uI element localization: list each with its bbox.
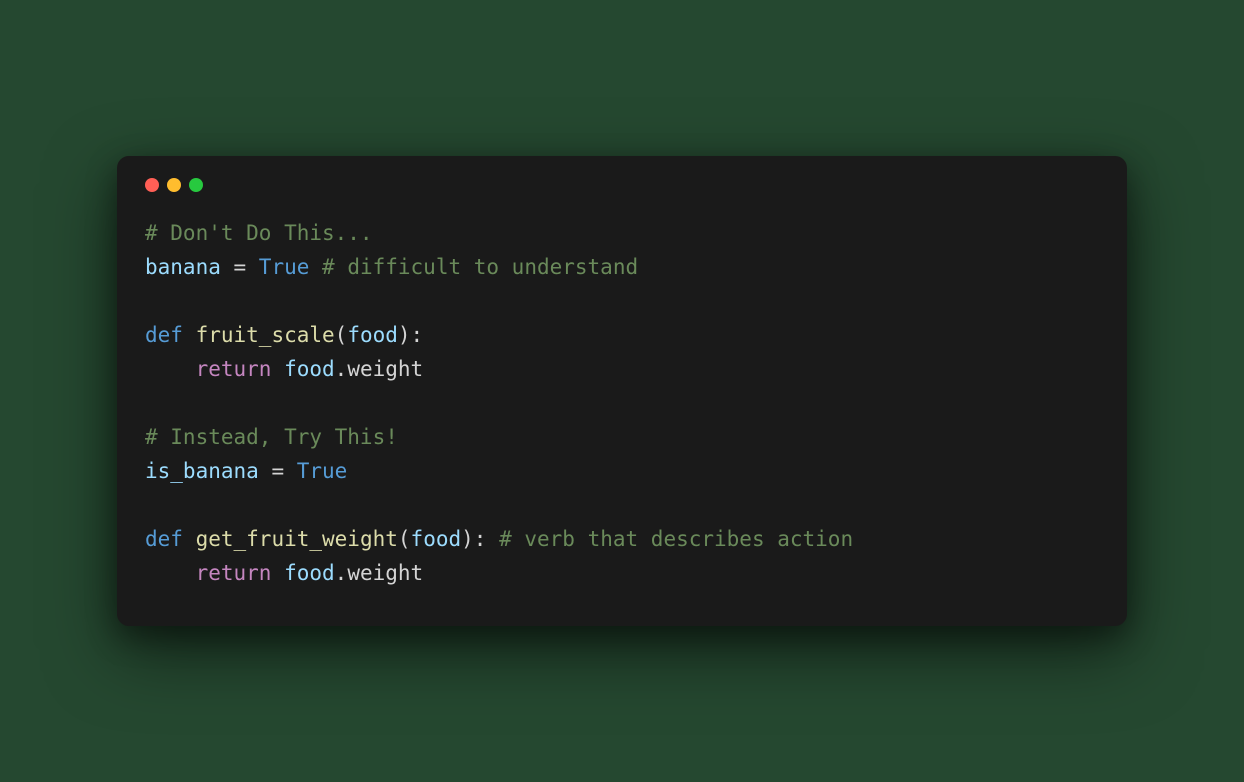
code-space (271, 357, 284, 381)
code-parameter: food (411, 527, 462, 551)
code-space (271, 561, 284, 585)
code-space (183, 527, 196, 551)
code-operator: = (259, 459, 297, 483)
code-dot: . (335, 561, 348, 585)
close-icon[interactable] (145, 178, 159, 192)
minimize-icon[interactable] (167, 178, 181, 192)
code-constant: True (297, 459, 348, 483)
code-comment: # difficult to understand (322, 255, 638, 279)
code-identifier: banana (145, 255, 221, 279)
code-indent (145, 357, 196, 381)
code-paren: ( (398, 527, 411, 551)
code-property: weight (347, 357, 423, 381)
code-identifier: food (284, 357, 335, 381)
code-property: weight (347, 561, 423, 585)
code-indent (145, 561, 196, 585)
code-identifier: food (284, 561, 335, 585)
code-space (183, 323, 196, 347)
code-keyword-return: return (196, 357, 272, 381)
code-keyword-def: def (145, 323, 183, 347)
code-comment: # Instead, Try This! (145, 425, 398, 449)
code-space (486, 527, 499, 551)
window-titlebar (145, 178, 1099, 216)
code-comment: # Don't Do This... (145, 221, 373, 245)
code-paren: ): (461, 527, 486, 551)
code-function-name: fruit_scale (196, 323, 335, 347)
code-function-name: get_fruit_weight (196, 527, 398, 551)
code-paren: ): (398, 323, 423, 347)
code-comment: # verb that describes action (499, 527, 853, 551)
code-keyword-def: def (145, 527, 183, 551)
code-identifier: is_banana (145, 459, 259, 483)
code-parameter: food (347, 323, 398, 347)
code-dot: . (335, 357, 348, 381)
code-window: # Don't Do This... banana = True # diffi… (117, 156, 1127, 626)
code-block: # Don't Do This... banana = True # diffi… (145, 216, 1099, 590)
code-paren: ( (335, 323, 348, 347)
code-constant: True (259, 255, 310, 279)
code-operator: = (221, 255, 259, 279)
code-space (309, 255, 322, 279)
maximize-icon[interactable] (189, 178, 203, 192)
code-keyword-return: return (196, 561, 272, 585)
